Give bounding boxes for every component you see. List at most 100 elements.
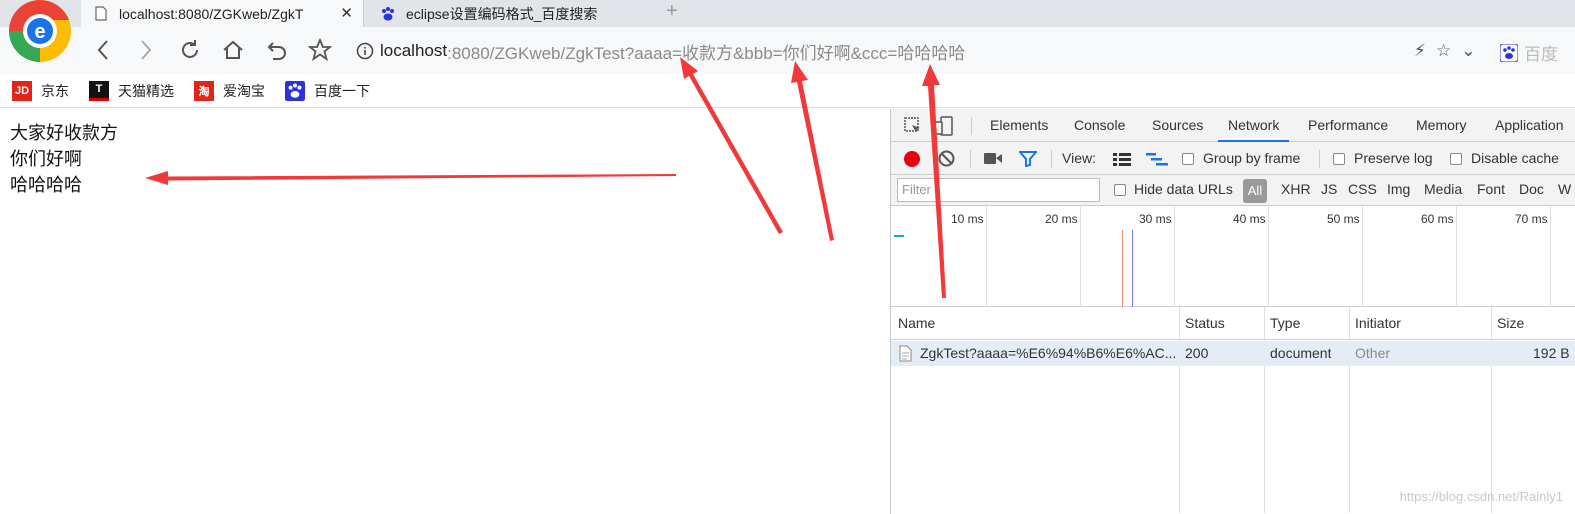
type-filter-js[interactable]: JS <box>1321 181 1337 197</box>
response-line-2: 你们好啊 <box>10 149 82 169</box>
type-filter-doc[interactable]: Doc <box>1519 181 1544 197</box>
video-capture-icon[interactable] <box>984 152 1003 168</box>
timeline-tick-label: 30 ms <box>1139 212 1172 226</box>
tab-elements[interactable]: Elements <box>990 109 1048 142</box>
tmall-logo-icon: T <box>89 80 109 101</box>
requests-table-header: Name Status Type Initiator Size <box>891 307 1575 340</box>
type-filter-xhr[interactable]: XHR <box>1281 181 1311 197</box>
address-bar[interactable]: localhost:8080/ZGKweb/ZgkTest?aaaa=收款方&b… <box>348 36 1488 66</box>
tab-performance[interactable]: Performance <box>1308 109 1388 142</box>
hide-data-urls-checkbox[interactable] <box>1114 183 1126 199</box>
address-actions: ⚡ ☆ ⌄ <box>1414 41 1475 61</box>
home-button[interactable] <box>220 37 246 63</box>
column-type[interactable]: Type <box>1270 307 1300 340</box>
filter-icon[interactable] <box>1017 151 1039 170</box>
devtools-tab-bar: Elements Console Sources Network Perform… <box>891 109 1575 142</box>
bookmark-baidu[interactable]: 百度一下 <box>285 80 370 101</box>
group-by-frame-checkbox[interactable] <box>1182 152 1194 168</box>
timeline-gridline <box>1174 206 1175 307</box>
lightning-icon[interactable]: ⚡ <box>1414 41 1426 61</box>
column-divider <box>1264 307 1265 513</box>
type-filter-css[interactable]: CSS <box>1348 181 1377 197</box>
type-filter-font[interactable]: Font <box>1477 181 1505 197</box>
type-filter-img[interactable]: Img <box>1387 181 1410 197</box>
home-icon <box>223 40 243 59</box>
tab-baidu-search[interactable]: eclipse设置编码格式_百度搜索 <box>368 0 651 27</box>
column-initiator[interactable]: Initiator <box>1355 307 1401 340</box>
column-divider <box>1491 307 1492 513</box>
waterfall-overview-icon[interactable] <box>1146 152 1168 169</box>
bookmark-star-button[interactable] <box>307 37 333 63</box>
search-engine-label: 百度 <box>1524 45 1558 64</box>
table-row[interactable]: ZgkTest?aaaa=%E6%94%B6%E6%AC... 200 docu… <box>891 341 1575 366</box>
close-tab-icon[interactable]: ✕ <box>340 4 353 22</box>
column-divider <box>1179 307 1180 513</box>
browser-logo-icon: e <box>7 0 73 64</box>
timeline-gridline <box>1268 206 1269 307</box>
bookmark-label: 京东 <box>41 82 69 99</box>
document-icon <box>899 345 912 365</box>
toolbar: localhost:8080/ZGKweb/ZgkTest?aaaa=收款方&b… <box>0 27 1575 74</box>
column-size[interactable]: Size <box>1497 307 1524 340</box>
reload-button[interactable] <box>177 37 203 63</box>
load-event-marker <box>1122 230 1123 307</box>
clear-icon[interactable] <box>938 150 955 170</box>
large-rows-icon[interactable] <box>1113 152 1131 169</box>
tab-memory[interactable]: Memory <box>1416 109 1467 142</box>
info-icon[interactable] <box>356 42 374 60</box>
request-initiator: Other <box>1355 345 1391 361</box>
tab-strip: localhost:8080/ZGKweb/ZgkT ✕ eclipse设置编码… <box>0 0 1575 27</box>
type-filter-media[interactable]: Media <box>1424 181 1462 197</box>
timeline-tick-label: 20 ms <box>1045 212 1078 226</box>
tab-application[interactable]: Application <box>1495 109 1564 142</box>
timeline-tick-label: 60 ms <box>1421 212 1454 226</box>
device-toolbar-icon[interactable] <box>933 115 955 140</box>
tab-localhost[interactable]: localhost:8080/ZGKweb/ZgkT ✕ <box>81 0 364 27</box>
favorite-star-icon[interactable]: ☆ <box>1436 41 1451 61</box>
timeline-gridline <box>986 206 987 307</box>
inspect-element-icon[interactable] <box>903 116 923 139</box>
watermark: https://blog.csdn.net/Rainly1 <box>1399 489 1563 504</box>
page-icon <box>93 6 109 22</box>
devtools-panel: Elements Console Sources Network Perform… <box>890 109 1575 514</box>
baidu-paw-icon <box>1500 43 1518 62</box>
separator <box>971 117 972 135</box>
url-path: :8080/ZGKweb/ZgkTest?aaaa=收款方&bbb=你们好啊&c… <box>447 43 966 63</box>
bookmark-tmall[interactable]: T 天猫精选 <box>89 80 174 101</box>
undo-icon <box>267 42 286 60</box>
bookmark-label: 天猫精选 <box>118 82 174 99</box>
disable-cache-checkbox[interactable] <box>1450 152 1462 168</box>
group-by-frame-label: Group by frame <box>1203 150 1301 166</box>
column-name[interactable]: Name <box>898 307 935 340</box>
undo-close-button[interactable] <box>264 37 290 63</box>
network-timeline[interactable]: 10 ms 20 ms 30 ms 40 ms 50 ms 60 ms 70 m… <box>891 206 1575 307</box>
response-line-1: 大家好收款方 <box>10 123 118 143</box>
record-icon[interactable] <box>904 151 920 167</box>
bookmark-aitaobao[interactable]: 淘 爱淘宝 <box>194 80 265 101</box>
timeline-gridline <box>1456 206 1457 307</box>
tab-console[interactable]: Console <box>1074 109 1125 142</box>
type-filter-all[interactable]: All <box>1243 179 1267 203</box>
chevron-down-icon[interactable]: ⌄ <box>1461 41 1475 61</box>
bookmark-jd[interactable]: JD 京东 <box>12 80 69 101</box>
new-tab-button[interactable]: + <box>666 0 678 22</box>
forward-arrow-icon <box>141 40 152 60</box>
column-divider <box>1349 307 1350 513</box>
preserve-log-label: Preserve log <box>1354 150 1433 166</box>
request-status: 200 <box>1185 345 1209 361</box>
baidu-paw-icon <box>380 6 396 22</box>
type-filter-ws[interactable]: W <box>1558 181 1571 197</box>
request-name: ZgkTest?aaaa=%E6%94%B6%E6%AC... <box>920 345 1176 361</box>
back-button[interactable] <box>90 37 116 63</box>
timeline-request-bar <box>894 235 904 237</box>
reload-icon <box>182 40 198 58</box>
tab-network[interactable]: Network <box>1218 109 1290 142</box>
jd-logo-icon: JD <box>12 80 32 101</box>
url-host: localhost <box>380 41 448 60</box>
column-status[interactable]: Status <box>1185 307 1225 340</box>
search-engine-selector[interactable]: 百度 <box>1500 40 1558 65</box>
tab-sources[interactable]: Sources <box>1152 109 1203 142</box>
preserve-log-checkbox[interactable] <box>1333 152 1345 168</box>
forward-button[interactable] <box>133 37 159 63</box>
filter-input[interactable]: Filter <box>897 178 1100 202</box>
